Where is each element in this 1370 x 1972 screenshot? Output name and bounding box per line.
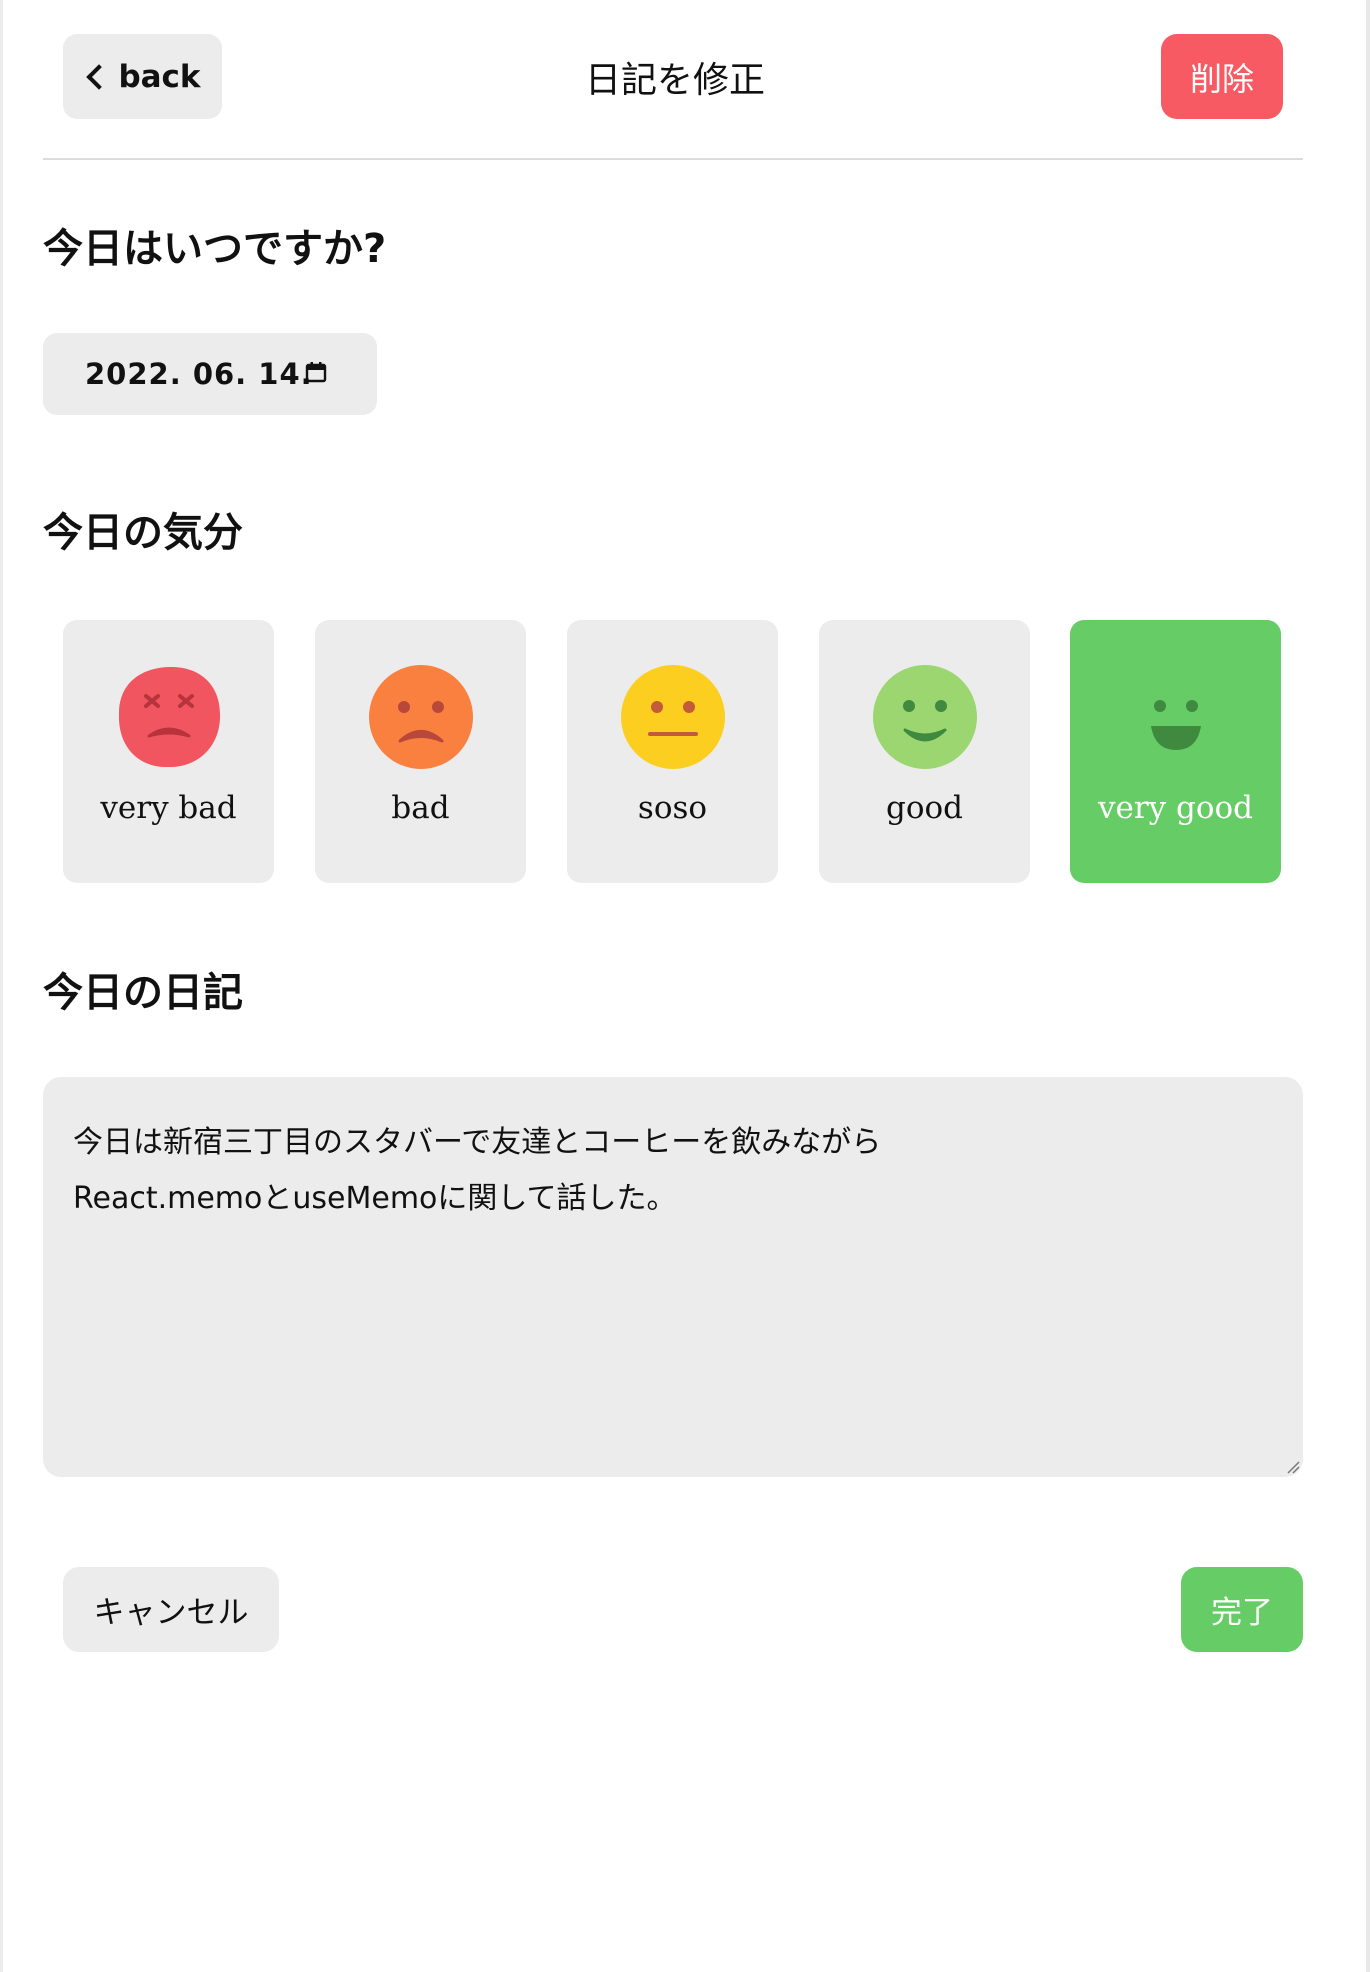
right-border — [1366, 0, 1370, 1972]
mood-label: bad — [391, 790, 450, 826]
very-bad-face-icon — [118, 666, 221, 768]
diary-textarea[interactable]: 今日は新宿三丁目のスタバーで友達とコーヒーを飲みながら React.memoとu… — [43, 1077, 1303, 1477]
mood-card-very-good[interactable]: very good — [1070, 620, 1281, 883]
good-face-icon — [873, 665, 977, 769]
mood-label: very good — [1097, 790, 1254, 826]
right-gutter — [1342, 0, 1366, 1972]
mood-label: very bad — [100, 790, 237, 826]
diary-edit-page: back 日記を修正 削除 今日はいつですか? 2022. 06. 14. 今日… — [0, 0, 1370, 1972]
date-value: 2022. 06. 14. — [85, 357, 313, 391]
mood-label: soso — [637, 790, 708, 826]
soso-face-icon — [621, 665, 725, 769]
mood-label: good — [885, 790, 963, 826]
mood-section-title: 今日の気分 — [43, 510, 243, 556]
mood-card-good[interactable]: good — [819, 620, 1030, 883]
mood-card-bad[interactable]: bad — [315, 620, 526, 883]
date-section-title: 今日はいつですか? — [43, 226, 387, 272]
mood-card-very-bad[interactable]: very bad — [63, 620, 274, 883]
mood-card-soso[interactable]: soso — [567, 620, 778, 883]
cancel-button[interactable]: キャンセル — [63, 1567, 279, 1652]
done-button[interactable]: 完了 — [1181, 1567, 1303, 1652]
left-border — [0, 0, 3, 1972]
page-title: 日記を修正 — [584, 59, 765, 101]
calendar-icon[interactable] — [305, 361, 327, 383]
date-input[interactable]: 2022. 06. 14. — [43, 333, 377, 415]
bad-face-icon — [369, 665, 473, 769]
header-divider — [43, 158, 1303, 160]
very-good-face-icon — [1124, 665, 1228, 769]
diary-section-title: 今日の日記 — [43, 970, 243, 1016]
resize-handle-icon[interactable] — [1286, 1460, 1300, 1474]
delete-button[interactable]: 削除 — [1161, 34, 1283, 119]
